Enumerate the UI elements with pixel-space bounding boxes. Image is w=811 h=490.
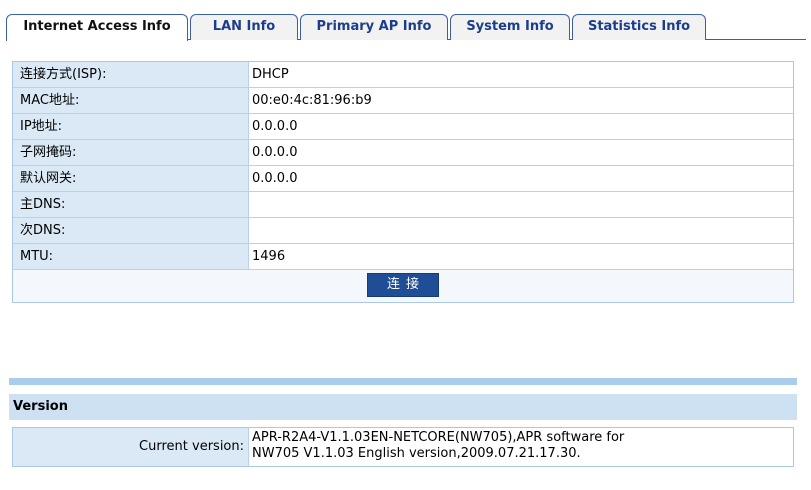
table-row: MTU: 1496 — [13, 244, 793, 270]
isp-label: 连接方式(ISP): — [13, 62, 249, 87]
internet-info-table: 连接方式(ISP): DHCP MAC地址: 00:e0:4c:81:96:b9… — [12, 61, 794, 303]
table-row: 主DNS: — [13, 192, 793, 218]
tab-system-info[interactable]: System Info — [450, 14, 570, 40]
mac-label: MAC地址: — [13, 88, 249, 113]
ip-label: IP地址: — [13, 114, 249, 139]
table-row: IP地址: 0.0.0.0 — [13, 114, 793, 140]
mtu-label: MTU: — [13, 244, 249, 269]
primary-dns-value — [249, 192, 793, 217]
mac-value: 00:e0:4c:81:96:b9 — [249, 88, 793, 113]
gateway-value: 0.0.0.0 — [249, 166, 793, 191]
table-row: 默认网关: 0.0.0.0 — [13, 166, 793, 192]
gateway-label: 默认网关: — [13, 166, 249, 191]
secondary-dns-label: 次DNS: — [13, 218, 249, 243]
version-line-1: APR-R2A4-V1.1.03EN-NETCORE(NW705),APR so… — [252, 430, 625, 445]
tab-bar: Internet Access Info LAN Info Primary AP… — [6, 14, 806, 41]
tab-internet-access-info[interactable]: Internet Access Info — [6, 14, 188, 41]
tab-statistics-info[interactable]: Statistics Info — [572, 14, 706, 40]
table-row: 子网掩码: 0.0.0.0 — [13, 140, 793, 166]
current-version-value: APR-R2A4-V1.1.03EN-NETCORE(NW705),APR so… — [249, 428, 793, 466]
table-row: MAC地址: 00:e0:4c:81:96:b9 — [13, 88, 793, 114]
section-divider — [9, 378, 797, 385]
subnet-mask-label: 子网掩码: — [13, 140, 249, 165]
current-version-label: Current version: — [13, 428, 249, 466]
primary-dns-label: 主DNS: — [13, 192, 249, 217]
ip-value: 0.0.0.0 — [249, 114, 793, 139]
tab-primary-ap-info[interactable]: Primary AP Info — [300, 14, 448, 40]
table-row: 连接方式(ISP): DHCP — [13, 62, 793, 88]
mtu-value: 1496 — [249, 244, 793, 269]
version-table: Current version: APR-R2A4-V1.1.03EN-NETC… — [12, 427, 794, 467]
table-row: 次DNS: — [13, 218, 793, 244]
subnet-mask-value: 0.0.0.0 — [249, 140, 793, 165]
connect-button[interactable]: 连接 — [367, 273, 439, 297]
version-header: Version — [9, 394, 797, 420]
button-row: 连接 — [13, 270, 793, 302]
isp-value: DHCP — [249, 62, 793, 87]
secondary-dns-value — [249, 218, 793, 243]
version-line-2: NW705 V1.1.03 English version,2009.07.21… — [252, 446, 581, 461]
tab-lan-info[interactable]: LAN Info — [190, 14, 298, 40]
